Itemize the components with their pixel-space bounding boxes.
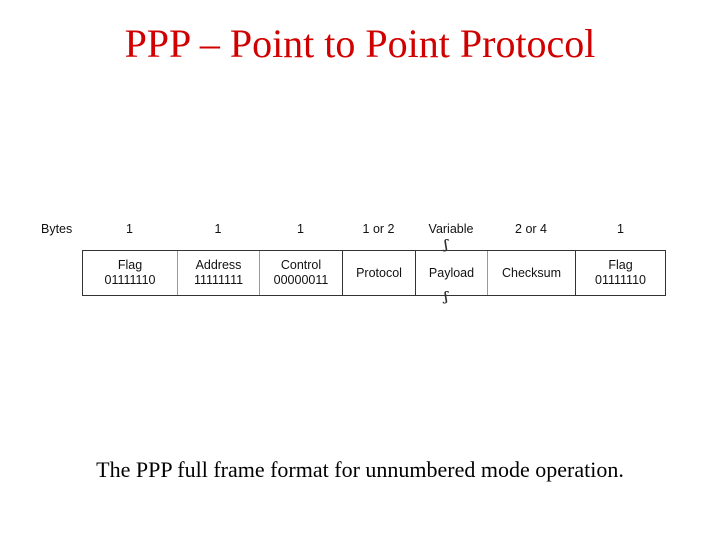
- field-value: 01111110: [104, 273, 156, 287]
- field-value: 11111111: [193, 273, 244, 287]
- byte-size-checksum: 2 or 4: [515, 222, 547, 236]
- bytes-row-label: Bytes: [41, 222, 73, 236]
- break-mark-top-icon: ʃʃ: [444, 238, 448, 253]
- field-protocol: Protocol: [343, 251, 416, 295]
- field-value: 01111110: [595, 273, 646, 287]
- byte-size-address: 1: [214, 222, 222, 236]
- field-payload: Payload: [416, 251, 488, 295]
- field-value: 00000011: [273, 273, 329, 287]
- field-name: Flag: [117, 258, 143, 272]
- field-name: Checksum: [501, 265, 562, 280]
- frame-box: Flag 01111110 Address 11111111 Control 0…: [82, 250, 666, 296]
- field-flag-start: Flag 01111110: [83, 251, 178, 295]
- field-control: Control 00000011: [260, 251, 343, 295]
- byte-size-flag-start: 1: [126, 222, 133, 236]
- field-name: Payload: [428, 265, 475, 280]
- byte-size-protocol: 1 or 2: [362, 222, 395, 236]
- field-checksum: Checksum: [488, 251, 576, 295]
- byte-size-control: 1: [297, 222, 304, 236]
- field-name: Flag: [608, 258, 633, 272]
- field-flag-end: Flag 01111110: [576, 251, 665, 295]
- slide-caption: The PPP full frame format for unnumbered…: [96, 457, 624, 482]
- byte-size-flag-end: 1: [617, 222, 624, 236]
- byte-size-payload: Variable: [428, 222, 474, 236]
- break-mark-bottom-icon: ʃʃ: [444, 290, 448, 305]
- field-address: Address 11111111: [178, 251, 260, 295]
- field-name: Protocol: [356, 265, 402, 280]
- field-name: Address: [195, 258, 242, 272]
- field-name: Control: [280, 258, 322, 272]
